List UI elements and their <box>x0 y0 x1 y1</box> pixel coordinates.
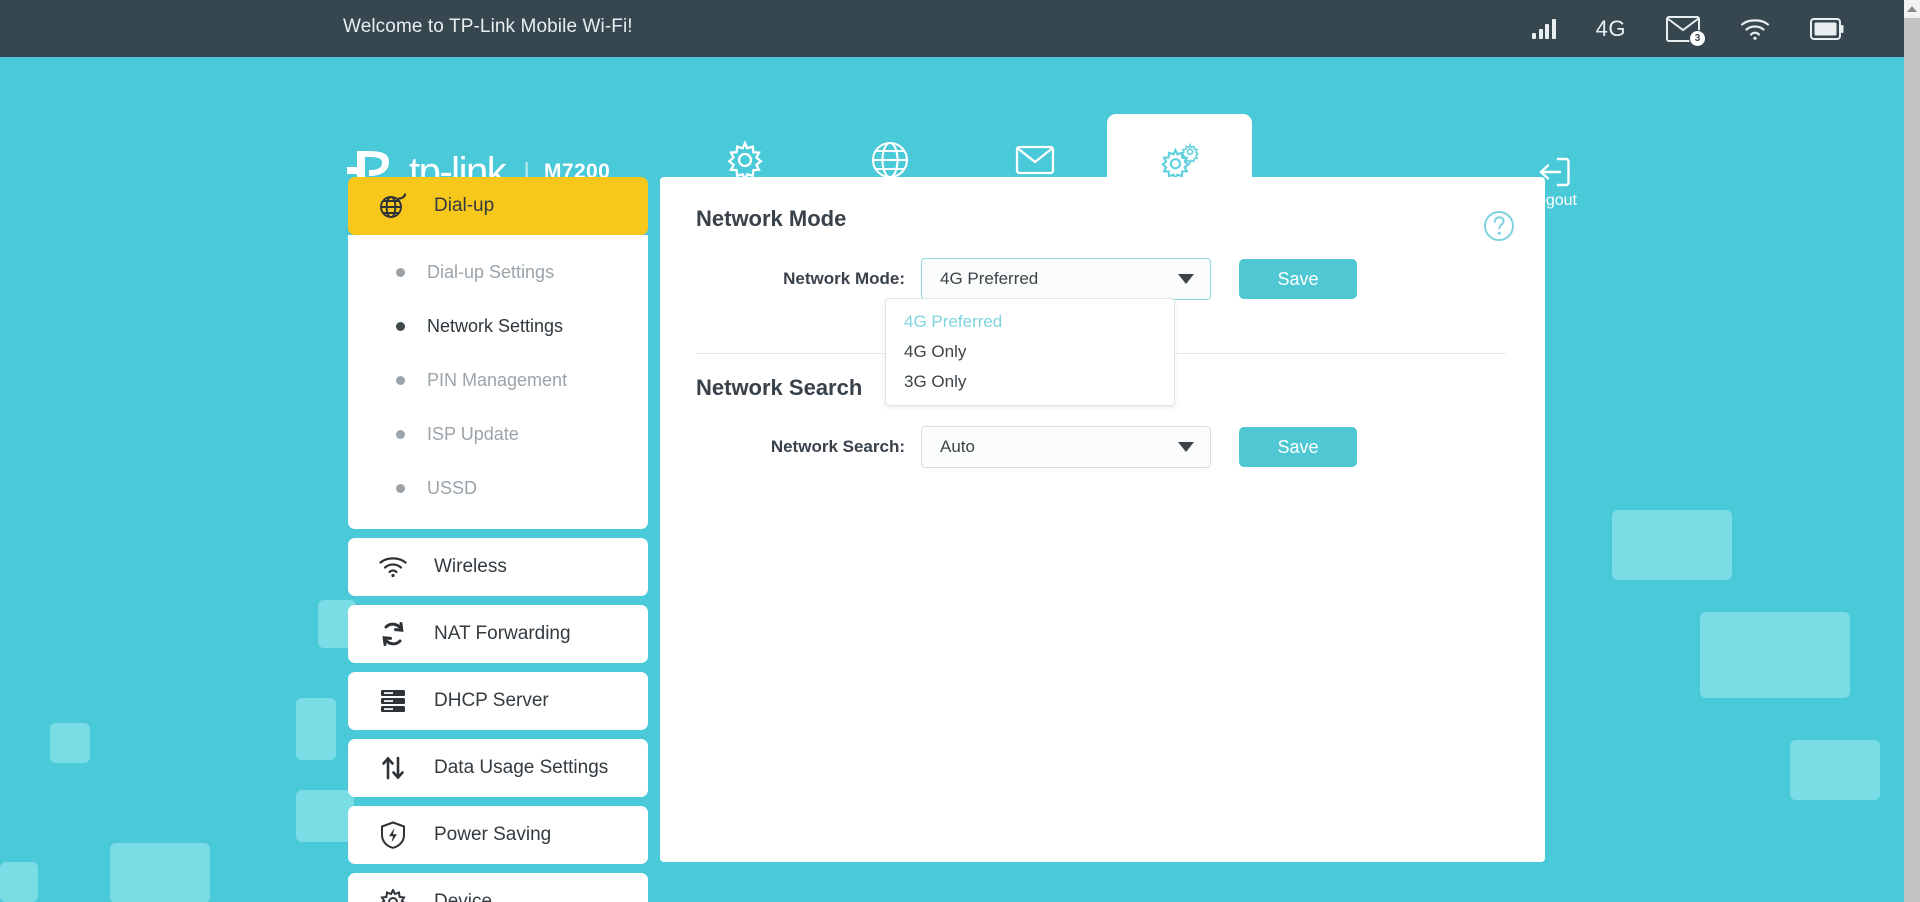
double-gear-icon <box>1160 141 1200 181</box>
decor-block <box>1790 740 1880 800</box>
wifi-icon <box>378 556 408 578</box>
section-title-network-search: Network Search <box>696 375 862 401</box>
scrollbar-up-button[interactable] <box>1904 0 1920 18</box>
sidebar-item-label: Dial-up <box>434 195 494 217</box>
decor-block <box>50 723 68 745</box>
envelope-icon <box>1015 140 1055 180</box>
decor-block <box>296 790 354 842</box>
arrows-updown-icon <box>378 755 408 781</box>
sidebar-subitem-label: USSD <box>427 478 477 499</box>
shield-bolt-icon <box>378 821 408 849</box>
decor-block <box>1612 510 1732 580</box>
decor-block <box>0 862 38 902</box>
help-button[interactable] <box>1483 210 1884 247</box>
router-admin-page: Welcome to TP-Link Mobile Wi-Fi! 4G 3 <box>0 0 1920 902</box>
bullet-icon <box>396 430 405 439</box>
sidebar-item-label: Device <box>434 891 492 902</box>
field-row-network-search: Network Search: Auto Save <box>696 426 1357 468</box>
sidebar-item-power-saving[interactable]: Power Saving <box>348 806 648 864</box>
chevron-up-icon <box>1907 6 1917 12</box>
sidebar-group-wireless: Wireless <box>348 538 648 596</box>
network-mode-select[interactable]: 4G Preferred <box>921 258 1211 300</box>
decor-block <box>1700 612 1850 698</box>
network-type-indicator: 4G <box>1596 16 1626 42</box>
sidebar-group-nat-forwarding: NAT Forwarding <box>348 605 648 663</box>
chevron-down-icon <box>1178 442 1194 452</box>
network-search-select[interactable]: Auto <box>921 426 1211 468</box>
sidebar-group-device: Device <box>348 873 648 902</box>
sidebar-subitem-pin-management[interactable]: PIN Management <box>348 353 648 407</box>
server-icon <box>378 688 408 714</box>
sidebar-subitem-network-settings[interactable]: Network Settings <box>348 299 648 353</box>
dropdown-option-3g-only[interactable]: 3G Only <box>886 367 1174 397</box>
sidebar-subitem-label: Dial-up Settings <box>427 262 554 283</box>
globe-signal-icon <box>378 193 408 219</box>
sidebar-subitem-isp-update[interactable]: ISP Update <box>348 407 648 461</box>
sidebar-item-dhcp-server[interactable]: DHCP Server <box>348 672 648 730</box>
sidebar-item-device[interactable]: Device <box>348 873 648 902</box>
signal-bars-icon <box>1532 19 1556 39</box>
gear-icon <box>725 140 765 180</box>
sidebar-item-label: NAT Forwarding <box>434 623 571 645</box>
sidebar-submenu-dial-up: Dial-up Settings Network Settings PIN Ma… <box>348 235 648 529</box>
sidebar-subitem-label: Network Settings <box>427 316 563 337</box>
mail-badge-count: 3 <box>1689 30 1706 47</box>
sidebar-menu: Dial-up Dial-up Settings Network Setting… <box>348 177 648 902</box>
sidebar-group-data-usage-settings: Data Usage Settings <box>348 739 648 797</box>
mail-icon: 3 <box>1666 16 1700 42</box>
sidebar-item-label: DHCP Server <box>434 690 549 712</box>
network-mode-value: 4G Preferred <box>940 269 1038 289</box>
dropdown-option-4g-preferred[interactable]: 4G Preferred <box>886 307 1174 337</box>
bullet-icon <box>396 268 405 277</box>
sidebar-group-dhcp-server: DHCP Server <box>348 672 648 730</box>
sidebar-item-nat-forwarding[interactable]: NAT Forwarding <box>348 605 648 663</box>
battery-icon <box>1810 18 1844 40</box>
decor-block <box>50 723 90 763</box>
network-search-label: Network Search: <box>696 437 921 457</box>
decor-block <box>296 698 336 760</box>
sidebar-group-dial-up: Dial-up Dial-up Settings Network Setting… <box>348 177 648 529</box>
welcome-text: Welcome to TP-Link Mobile Wi-Fi! <box>343 16 633 38</box>
question-circle-icon <box>1483 210 1515 242</box>
globe-icon <box>870 140 910 180</box>
save-network-search-button[interactable]: Save <box>1239 427 1357 467</box>
sidebar-item-data-usage-settings[interactable]: Data Usage Settings <box>348 739 648 797</box>
sidebar-subitem-ussd[interactable]: USSD <box>348 461 648 515</box>
sidebar-subitem-label: ISP Update <box>427 424 519 445</box>
bullet-icon <box>396 484 405 493</box>
sidebar-item-label: Data Usage Settings <box>434 757 608 779</box>
sidebar-subitem-dial-up-settings[interactable]: Dial-up Settings <box>348 245 648 299</box>
save-network-mode-button[interactable]: Save <box>1239 259 1357 299</box>
field-row-network-mode: Network Mode: 4G Preferred Save <box>696 258 1357 300</box>
bullet-icon <box>396 376 405 385</box>
dropdown-option-4g-only[interactable]: 4G Only <box>886 337 1174 367</box>
sidebar-item-label: Wireless <box>434 556 507 578</box>
decor-block <box>110 843 210 902</box>
refresh-icon <box>378 621 408 647</box>
top-status-bar: Welcome to TP-Link Mobile Wi-Fi! 4G 3 <box>0 0 1904 57</box>
bullet-icon <box>396 322 405 331</box>
network-search-value: Auto <box>940 437 975 457</box>
status-icon-group: 4G 3 <box>1532 0 1844 57</box>
page-scrollbar[interactable] <box>1904 0 1920 902</box>
sidebar-item-label: Power Saving <box>434 824 551 846</box>
server-glyph <box>380 688 406 714</box>
network-mode-dropdown-list: 4G Preferred 4G Only 3G Only <box>885 298 1175 406</box>
network-mode-label: Network Mode: <box>696 269 921 289</box>
sidebar-item-dial-up[interactable]: Dial-up <box>348 177 648 235</box>
sidebar-subitem-label: PIN Management <box>427 370 567 391</box>
gear-icon <box>378 889 408 902</box>
app-header: tp-link | M7200 Wizard Status <box>0 57 1904 177</box>
wifi-icon <box>1740 17 1770 41</box>
sidebar-group-power-saving: Power Saving <box>348 806 648 864</box>
sidebar-item-wireless[interactable]: Wireless <box>348 538 648 596</box>
chevron-down-icon <box>1178 274 1194 284</box>
section-title-network-mode: Network Mode <box>696 206 846 232</box>
